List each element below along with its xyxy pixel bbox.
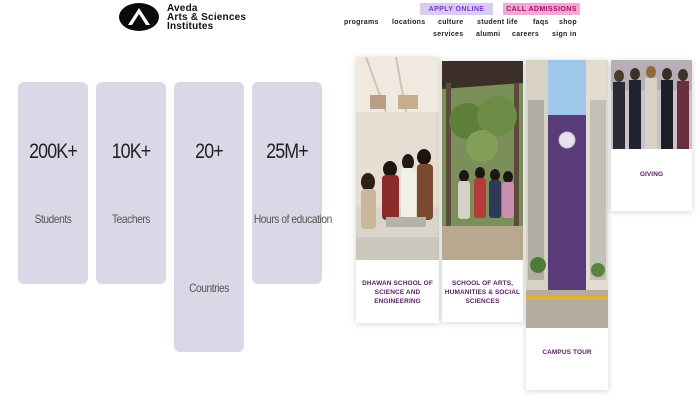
stat-number: 10K+ bbox=[111, 140, 152, 163]
card-campus-tour[interactable]: CAMPUS TOUR bbox=[526, 60, 608, 390]
students-lab-photo bbox=[356, 57, 439, 260]
nav-services[interactable]: services bbox=[433, 31, 463, 38]
brand-line-3: Institutes bbox=[167, 21, 214, 32]
card-giving[interactable]: GIVING bbox=[611, 60, 692, 211]
card-caption: DHAWAN SCHOOL OF SCIENCE AND ENGINEERING bbox=[362, 280, 433, 305]
stat-label: Teachers bbox=[111, 212, 150, 226]
donors-group-photo bbox=[611, 60, 692, 149]
stat-label: Hours of education bbox=[253, 212, 332, 226]
stat-card-countries: 20+ Countries bbox=[174, 82, 244, 352]
card-caption: SCHOOL OF ARTS, HUMANITIES & SOCIAL SCIE… bbox=[444, 280, 521, 305]
nav-culture[interactable]: culture bbox=[438, 19, 463, 26]
campus-building-photo bbox=[526, 60, 608, 328]
brand-name[interactable]: Aveda Arts & Sciences Institutes bbox=[167, 4, 246, 32]
card-arts-humanities[interactable]: SCHOOL OF ARTS, HUMANITIES & SOCIAL SCIE… bbox=[442, 61, 523, 322]
nav-shop[interactable]: shop bbox=[559, 19, 577, 26]
stat-number: 200K+ bbox=[29, 140, 78, 163]
students-garden-photo bbox=[442, 61, 523, 260]
nav-sign-in[interactable]: sign in bbox=[552, 31, 577, 38]
call-admissions-button[interactable]: CALL ADMISSIONS bbox=[503, 3, 580, 15]
nav-faqs[interactable]: faqs bbox=[533, 19, 549, 26]
stat-card-teachers: 10K+ Teachers bbox=[96, 82, 166, 284]
card-caption: CAMPUS TOUR bbox=[542, 349, 592, 356]
nav-careers[interactable]: careers bbox=[512, 31, 539, 38]
stat-card-hours: 25M+ Hours of education bbox=[252, 82, 332, 284]
nav-locations[interactable]: locations bbox=[392, 19, 425, 26]
nav-programs[interactable]: programs bbox=[344, 19, 379, 26]
nav-student-life[interactable]: student life bbox=[477, 19, 518, 26]
stat-label: Countries bbox=[189, 281, 229, 295]
nav-alumni[interactable]: alumni bbox=[476, 31, 500, 38]
apply-online-button[interactable]: APPLY ONLINE bbox=[420, 3, 493, 15]
stat-card-students: 200K+ Students bbox=[18, 82, 88, 284]
stat-label: Students bbox=[34, 212, 72, 226]
stat-number: 20+ bbox=[195, 140, 224, 163]
card-caption: GIVING bbox=[639, 171, 664, 178]
logo-icon[interactable] bbox=[119, 3, 159, 31]
stat-number: 25M+ bbox=[266, 140, 309, 163]
card-science-engineering[interactable]: DHAWAN SCHOOL OF SCIENCE AND ENGINEERING bbox=[356, 57, 439, 323]
